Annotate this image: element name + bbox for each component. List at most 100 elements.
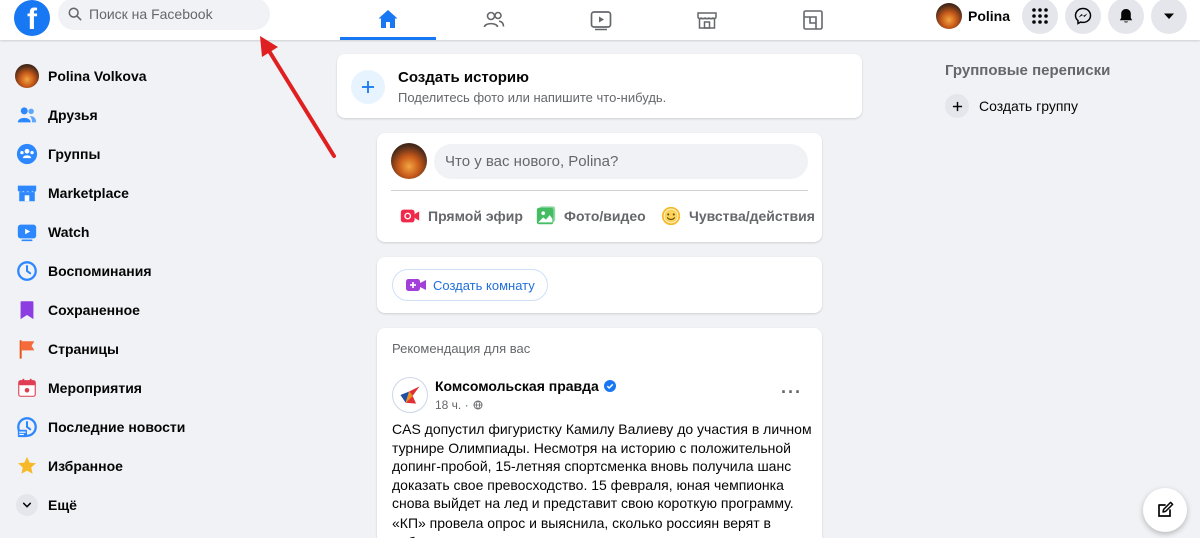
sidebar-item-marketplace[interactable]: Marketplace xyxy=(8,173,308,212)
messenger-icon xyxy=(1074,7,1092,25)
post-timestamp[interactable]: 18 ч. · xyxy=(435,398,483,412)
plus-icon xyxy=(952,101,962,111)
watch-icon xyxy=(17,224,37,241)
sidebar-item-pages[interactable]: Страницы xyxy=(8,329,308,368)
create-story-card[interactable]: Создать историю Поделитесь фото или напи… xyxy=(337,54,862,118)
account-dropdown-button[interactable] xyxy=(1151,0,1187,34)
sidebar-item-recent-news[interactable]: Последние новости xyxy=(8,407,308,446)
sidebar-item-label: Страницы xyxy=(48,340,119,357)
sidebar-item-events[interactable]: Мероприятия xyxy=(8,368,308,407)
avatar[interactable] xyxy=(391,143,427,179)
chevron-down-icon xyxy=(22,502,32,508)
compose-icon xyxy=(1158,501,1174,517)
photo-video-icon xyxy=(536,206,556,225)
kp-logo-icon xyxy=(400,386,420,404)
create-story-title: Создать историю xyxy=(398,69,529,86)
favorites-icon xyxy=(18,456,36,474)
page-name[interactable]: Комсомольская правда xyxy=(435,378,616,394)
friends-icon xyxy=(483,11,505,28)
post-composer: Что у вас нового, Polina? Прямой эфир Фо… xyxy=(377,133,822,242)
tab-gaming[interactable] xyxy=(765,0,861,40)
sidebar-item-memories[interactable]: Воспоминания xyxy=(8,251,308,290)
sidebar-item-label: Мероприятия xyxy=(48,379,142,396)
search-box[interactable] xyxy=(58,0,270,30)
create-group-label: Создать группу xyxy=(979,98,1078,114)
facebook-logo-letter: f xyxy=(27,3,37,36)
sidebar-item-label: Группы xyxy=(48,145,101,162)
notifications-icon xyxy=(1119,9,1133,23)
globe-icon xyxy=(473,400,483,410)
post-card: Рекомендация для вас Комсомольская правд… xyxy=(377,328,822,538)
marketplace-icon xyxy=(697,12,717,29)
feeling-activity-button[interactable]: Чувства/действия xyxy=(660,203,815,229)
sidebar-item-favorites[interactable]: Избранное xyxy=(8,446,308,485)
profile-chip[interactable]: Polina xyxy=(932,0,1018,32)
saved-icon xyxy=(20,300,34,319)
sidebar-item-label: Сохраненное xyxy=(48,301,140,318)
menu-grid-icon xyxy=(1032,8,1048,24)
annotation-arrow-icon xyxy=(260,36,336,158)
tab-home[interactable] xyxy=(340,0,436,40)
photo-video-button[interactable]: Фото/видео xyxy=(535,203,646,229)
chevron-down-icon xyxy=(1164,13,1174,19)
tab-watch[interactable] xyxy=(553,0,649,40)
sidebar-item-label: Ещё xyxy=(48,496,77,513)
add-story-button[interactable] xyxy=(351,70,385,104)
sidebar-item-more[interactable]: Ещё xyxy=(8,485,308,524)
facebook-logo[interactable]: f xyxy=(14,0,50,36)
gaming-icon xyxy=(803,10,823,30)
sidebar-item-label: Marketplace xyxy=(48,184,129,201)
live-video-icon xyxy=(400,209,420,223)
search-icon xyxy=(68,7,82,21)
sidebar-item-watch[interactable]: Watch xyxy=(8,212,308,251)
sidebar-item-label: Watch xyxy=(48,223,90,240)
page-avatar[interactable] xyxy=(392,377,428,413)
pages-icon xyxy=(19,339,35,359)
post-text: CAS допустил фигуристку Камилу Валиеву д… xyxy=(392,421,812,511)
post-time-text: 18 ч. · xyxy=(435,398,469,412)
home-icon xyxy=(378,9,398,28)
new-message-button[interactable] xyxy=(1143,488,1187,532)
marketplace-icon xyxy=(17,185,37,201)
groups-icon xyxy=(16,143,38,164)
feeling-activity-label: Чувства/действия xyxy=(689,208,815,224)
divider xyxy=(391,190,808,191)
photo-video-label: Фото/видео xyxy=(564,208,646,224)
top-navigation-bar: f Поиск на Facebook Polina xyxy=(0,0,1200,40)
memories-icon xyxy=(17,260,37,281)
create-group-button[interactable]: Создать группу xyxy=(945,94,1078,118)
recent-news-icon xyxy=(17,416,37,437)
sidebar-item-label: Воспоминания xyxy=(48,262,152,279)
tab-marketplace[interactable] xyxy=(659,0,755,40)
sidebar-item-label: Избранное xyxy=(48,457,123,474)
sidebar-item-label: Последние новости xyxy=(48,418,186,435)
video-room-icon xyxy=(406,279,426,291)
friends-icon xyxy=(17,106,37,122)
sidebar-item-label: Polina Volkova xyxy=(48,67,147,84)
sidebar-item-label: Друзья xyxy=(48,106,98,123)
messenger-button[interactable] xyxy=(1065,0,1101,34)
sidebar-item-saved[interactable]: Сохраненное xyxy=(8,290,308,329)
whats-on-your-mind-input[interactable]: Что у вас нового, Polina? xyxy=(434,144,808,179)
live-video-button[interactable]: Прямой эфир xyxy=(399,203,523,229)
watch-icon xyxy=(590,11,612,31)
create-room-card: Создать комнату xyxy=(377,257,822,313)
create-room-button[interactable]: Создать комнату xyxy=(392,269,548,301)
plus-icon xyxy=(362,81,374,93)
tab-friends[interactable] xyxy=(446,0,542,40)
create-room-label: Создать комнату xyxy=(433,277,535,293)
menu-button[interactable] xyxy=(1022,0,1058,34)
feeling-icon xyxy=(661,206,681,226)
post-text-continued: «КП» провела опрос и выяснила, сколько р… xyxy=(392,515,771,538)
events-icon xyxy=(18,378,36,397)
avatar xyxy=(936,3,962,29)
notifications-button[interactable] xyxy=(1108,0,1144,34)
recommendation-label: Рекомендация для вас xyxy=(392,341,531,356)
verified-badge-icon xyxy=(603,380,616,392)
group-chats-title: Групповые переписки xyxy=(945,62,1111,79)
search-input[interactable] xyxy=(89,6,259,22)
create-story-subtitle: Поделитесь фото или напишите что-нибудь. xyxy=(398,90,667,105)
avatar xyxy=(15,63,39,88)
page-name-text: Комсомольская правда xyxy=(435,378,599,394)
more-options-button[interactable]: ··· xyxy=(781,382,802,403)
